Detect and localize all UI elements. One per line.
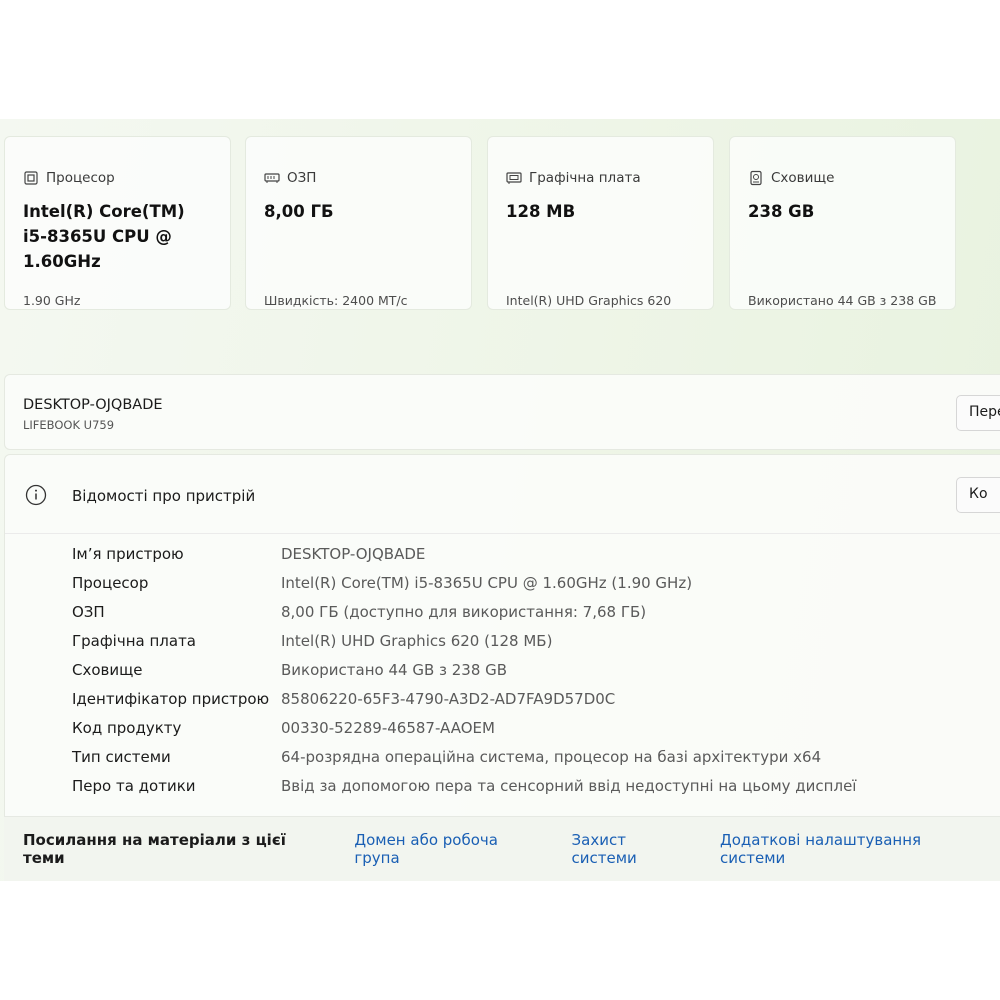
storage-card: Сховище 238 GB Використано 44 GB з 238 G…	[729, 136, 956, 310]
system-protection-link[interactable]: Захист системи	[572, 831, 696, 867]
spec-value: 8,00 ГБ (доступно для використання: 7,68…	[281, 603, 647, 621]
spec-row: Перо та дотики Ввід за допомогою пера та…	[72, 777, 856, 799]
device-name: DESKTOP-OJQBADE	[23, 397, 163, 413]
info-icon	[25, 484, 47, 506]
spec-value: 85806220-65F3-4790-A3D2-AD7FA9D57D0C	[281, 690, 616, 708]
spec-value: Intel(R) Core(TM) i5-8365U CPU @ 1.60GHz…	[281, 574, 693, 592]
storage-card-title: Сховище	[771, 170, 835, 186]
copy-button[interactable]: Ко	[956, 477, 1000, 513]
spec-row: Процесор Intel(R) Core(TM) i5-8365U CPU …	[72, 574, 692, 596]
spec-value: Intel(R) UHD Graphics 620 (128 МБ)	[281, 632, 553, 650]
storage-icon	[748, 170, 764, 186]
processor-card-subtext: 1.90 GHz	[23, 293, 81, 308]
spec-label: Графічна плата	[72, 632, 196, 650]
spec-value: 64-розрядна операційна система, процесор…	[281, 748, 822, 766]
graphics-card-header: Графічна плата	[506, 170, 641, 186]
spec-row: ОЗП 8,00 ГБ (доступно для використання: …	[72, 603, 646, 625]
ram-icon	[264, 170, 280, 186]
spec-label: Тип системи	[72, 748, 171, 766]
related-links-title: Посилання на матеріали з цієї теми	[23, 831, 286, 867]
spec-label: Ім’я пристрою	[72, 545, 184, 563]
domain-workgroup-link[interactable]: Домен або робоча група	[354, 831, 546, 867]
device-specifications-title: Відомості про пристрій	[72, 487, 256, 505]
settings-about-panel: Процесор Intel(R) Core(TM) i5-8365U CPU …	[0, 119, 1000, 881]
graphics-card-value: 128 MB	[506, 202, 576, 221]
spec-row: Ім’я пристрою DESKTOP-OJQBADE	[72, 545, 425, 567]
processor-card: Процесор Intel(R) Core(TM) i5-8365U CPU …	[4, 136, 231, 310]
graphics-card-icon	[506, 170, 522, 186]
spec-row: Код продукту 00330-52289-46587-AAOEM	[72, 719, 495, 741]
spec-label: Процесор	[72, 574, 149, 592]
spec-label: Сховище	[72, 661, 143, 679]
ram-card-subtext: Швидкість: 2400 MT/c	[264, 293, 408, 308]
device-model: LIFEBOOK U759	[23, 418, 115, 432]
spec-value: DESKTOP-OJQBADE	[281, 545, 426, 563]
ram-card-title: ОЗП	[287, 170, 317, 186]
processor-icon	[23, 170, 39, 186]
graphics-card-subtext: Intel(R) UHD Graphics 620	[506, 293, 672, 308]
storage-card-value: 238 GB	[748, 202, 815, 221]
processor-card-value: Intel(R) Core(TM) i5-8365U CPU @ 1.60GHz	[23, 202, 185, 271]
spec-row: Ідентифікатор пристрою 85806220-65F3-479…	[72, 690, 615, 712]
spec-label: ОЗП	[72, 603, 105, 621]
spec-row: Тип системи 64-розрядна операційна систе…	[72, 748, 821, 770]
advanced-system-settings-link[interactable]: Додаткові налаштування системи	[720, 831, 989, 867]
related-links-bar: Посилання на матеріали з цієї теми Домен…	[4, 816, 1000, 881]
spec-label: Ідентифікатор пристрою	[72, 690, 270, 708]
spec-label: Код продукту	[72, 719, 182, 737]
spec-label: Перо та дотики	[72, 777, 196, 795]
ram-card: ОЗП 8,00 ГБ Швидкість: 2400 MT/c	[245, 136, 472, 310]
spec-value: 00330-52289-46587-AAOEM	[281, 719, 495, 737]
processor-card-title: Процесор	[46, 170, 115, 186]
ram-card-header: ОЗП	[264, 170, 316, 186]
spec-value: Використано 44 GB з 238 GB	[281, 661, 508, 679]
rename-device-button[interactable]: Пере	[956, 395, 1000, 431]
spec-row: Графічна плата Intel(R) UHD Graphics 620…	[72, 632, 552, 654]
spec-row: Сховище Використано 44 GB з 238 GB	[72, 661, 507, 683]
processor-card-header: Процесор	[23, 170, 115, 186]
spec-value: Ввід за допомогою пера та сенсорний ввід…	[281, 777, 857, 795]
storage-card-header: Сховище	[748, 170, 834, 186]
graphics-card-title: Графічна плата	[529, 170, 641, 186]
device-specifications-header[interactable]: Відомості про пристрій Ко	[5, 455, 1000, 534]
device-name-row: DESKTOP-OJQBADE LIFEBOOK U759 Пере	[4, 374, 1000, 450]
storage-card-subtext: Використано 44 GB з 238 GB	[748, 293, 937, 308]
ram-card-value: 8,00 ГБ	[264, 202, 334, 221]
graphics-card: Графічна плата 128 MB Intel(R) UHD Graph…	[487, 136, 714, 310]
